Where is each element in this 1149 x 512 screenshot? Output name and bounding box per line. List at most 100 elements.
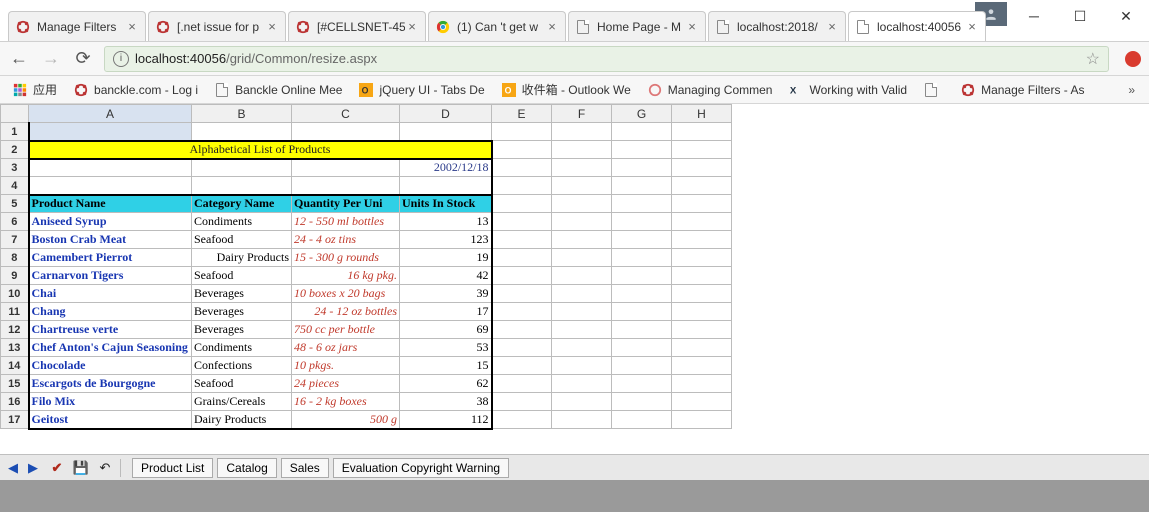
bookmark-item[interactable]: O收件箱 - Outlook We	[495, 79, 637, 100]
cell[interactable]	[492, 411, 552, 429]
spreadsheet-grid[interactable]: ABCDEFGH12Alphabetical List of Products3…	[0, 104, 734, 430]
cell[interactable]	[292, 159, 400, 177]
tab-close-icon[interactable]: ×	[965, 20, 979, 34]
bookmark-item[interactable]: XWorking with Valid	[782, 79, 913, 100]
stock-cell[interactable]: 38	[400, 393, 492, 411]
stock-cell[interactable]: 42	[400, 267, 492, 285]
cell[interactable]	[552, 249, 612, 267]
quantity-cell[interactable]: 16 kg pkg.	[292, 267, 400, 285]
tab-close-icon[interactable]: ×	[685, 20, 699, 34]
quantity-cell[interactable]: 10 pkgs.	[292, 357, 400, 375]
quantity-cell[interactable]: 24 - 12 oz bottles	[292, 303, 400, 321]
product-name-cell[interactable]: Camembert Pierrot	[29, 249, 192, 267]
browser-tab[interactable]: Manage Filters×	[8, 11, 146, 41]
column-header[interactable]: D	[400, 105, 492, 123]
row-header[interactable]: 7	[1, 231, 29, 249]
cell[interactable]	[672, 195, 732, 213]
cell[interactable]	[612, 267, 672, 285]
cell[interactable]	[552, 159, 612, 177]
product-name-cell[interactable]: Chai	[29, 285, 192, 303]
cell[interactable]	[612, 411, 672, 429]
row-header[interactable]: 1	[1, 123, 29, 141]
cell[interactable]	[672, 213, 732, 231]
cell[interactable]	[612, 213, 672, 231]
quantity-cell[interactable]: 750 cc per bottle	[292, 321, 400, 339]
row-header[interactable]: 14	[1, 357, 29, 375]
row-header[interactable]: 5	[1, 195, 29, 213]
cell[interactable]	[672, 177, 732, 195]
header-cell[interactable]: Product Name	[29, 195, 192, 213]
cell[interactable]	[552, 303, 612, 321]
cell[interactable]	[552, 285, 612, 303]
tab-close-icon[interactable]: ×	[545, 20, 559, 34]
cell[interactable]	[672, 285, 732, 303]
stock-cell[interactable]: 13	[400, 213, 492, 231]
sheet-tab[interactable]: Sales	[281, 458, 329, 478]
cell[interactable]	[492, 375, 552, 393]
row-header[interactable]: 4	[1, 177, 29, 195]
reload-button[interactable]: ⟳	[72, 48, 94, 70]
cell[interactable]	[552, 339, 612, 357]
stock-cell[interactable]: 69	[400, 321, 492, 339]
cell[interactable]	[492, 249, 552, 267]
cell[interactable]	[552, 321, 612, 339]
stock-cell[interactable]: 17	[400, 303, 492, 321]
cell[interactable]	[612, 303, 672, 321]
category-cell[interactable]: Beverages	[192, 303, 292, 321]
cell[interactable]	[29, 159, 192, 177]
header-cell[interactable]: Category Name	[192, 195, 292, 213]
cell[interactable]	[552, 375, 612, 393]
product-name-cell[interactable]: Chef Anton's Cajun Seasoning	[29, 339, 192, 357]
category-cell[interactable]: Condiments	[192, 213, 292, 231]
tab-close-icon[interactable]: ×	[405, 20, 419, 34]
tab-close-icon[interactable]: ×	[825, 20, 839, 34]
cell[interactable]	[672, 159, 732, 177]
product-name-cell[interactable]: Chang	[29, 303, 192, 321]
product-name-cell[interactable]: Chocolade	[29, 357, 192, 375]
commit-button[interactable]: ✔	[48, 459, 66, 477]
quantity-cell[interactable]: 24 - 4 oz tins	[292, 231, 400, 249]
cell[interactable]	[492, 177, 552, 195]
row-header[interactable]: 6	[1, 213, 29, 231]
date-cell[interactable]: 2002/12/18	[400, 159, 492, 177]
quantity-cell[interactable]: 12 - 550 ml bottles	[292, 213, 400, 231]
cell[interactable]	[192, 159, 292, 177]
category-cell[interactable]: Dairy Products	[192, 249, 292, 267]
cell[interactable]	[552, 231, 612, 249]
product-name-cell[interactable]: Carnarvon Tigers	[29, 267, 192, 285]
cell[interactable]	[672, 267, 732, 285]
category-cell[interactable]: Confections	[192, 357, 292, 375]
cell[interactable]	[492, 141, 552, 159]
cell[interactable]	[552, 195, 612, 213]
cell[interactable]	[292, 177, 400, 195]
extension-icon[interactable]	[1125, 51, 1141, 67]
category-cell[interactable]: Grains/Cereals	[192, 393, 292, 411]
select-all-corner[interactable]	[1, 105, 29, 123]
row-header[interactable]: 9	[1, 267, 29, 285]
cell[interactable]	[612, 195, 672, 213]
column-header[interactable]: H	[672, 105, 732, 123]
stock-cell[interactable]: 39	[400, 285, 492, 303]
cell[interactable]	[672, 357, 732, 375]
product-name-cell[interactable]: Boston Crab Meat	[29, 231, 192, 249]
cell[interactable]	[552, 141, 612, 159]
row-header[interactable]: 15	[1, 375, 29, 393]
bookmark-item[interactable]	[917, 79, 950, 100]
bookmark-item[interactable]: Managing Commen	[641, 79, 779, 100]
quantity-cell[interactable]: 15 - 300 g rounds	[292, 249, 400, 267]
row-header[interactable]: 12	[1, 321, 29, 339]
row-header[interactable]: 3	[1, 159, 29, 177]
bookmark-item[interactable]: Banckle Online Mee	[208, 79, 348, 100]
category-cell[interactable]: Beverages	[192, 285, 292, 303]
stock-cell[interactable]: 19	[400, 249, 492, 267]
cell[interactable]	[492, 357, 552, 375]
cell[interactable]	[492, 195, 552, 213]
cell[interactable]	[552, 393, 612, 411]
quantity-cell[interactable]: 48 - 6 oz jars	[292, 339, 400, 357]
product-name-cell[interactable]: Aniseed Syrup	[29, 213, 192, 231]
url-input[interactable]: i localhost:40056/grid/Common/resize.asp…	[104, 46, 1109, 72]
quantity-cell[interactable]: 24 pieces	[292, 375, 400, 393]
column-header[interactable]: E	[492, 105, 552, 123]
undo-button[interactable]: ↶	[96, 459, 114, 477]
category-cell[interactable]: Seafood	[192, 267, 292, 285]
